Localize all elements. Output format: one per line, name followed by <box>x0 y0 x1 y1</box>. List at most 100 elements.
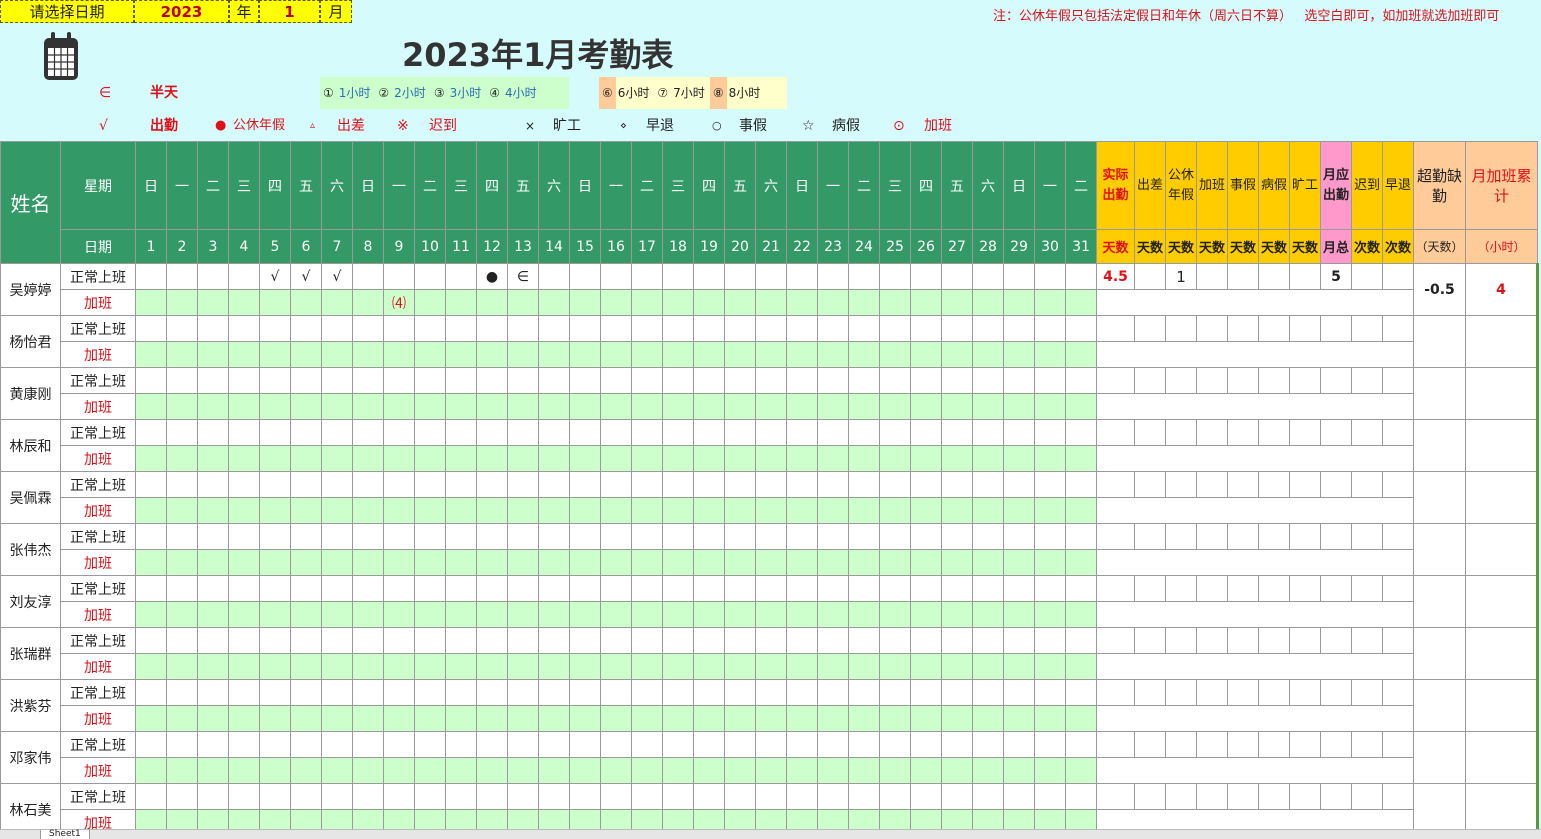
attendance-cell[interactable] <box>631 783 663 810</box>
attendance-cell[interactable] <box>786 575 818 602</box>
attendance-cell[interactable] <box>631 367 663 394</box>
overtime-cell[interactable] <box>414 705 446 732</box>
attendance-cell[interactable] <box>321 523 353 550</box>
overtime-cell[interactable] <box>538 653 570 680</box>
attendance-cell[interactable] <box>1065 419 1097 446</box>
attendance-cell[interactable] <box>228 627 260 654</box>
attendance-cell[interactable] <box>569 367 601 394</box>
attendance-cell[interactable] <box>445 783 477 810</box>
overtime-cell[interactable] <box>693 289 725 316</box>
overtime-cell[interactable] <box>724 601 756 628</box>
overtime-cell[interactable] <box>848 497 880 524</box>
attendance-cell[interactable] <box>755 471 787 498</box>
attendance-cell[interactable] <box>1065 679 1097 706</box>
overtime-cell[interactable] <box>135 653 167 680</box>
attendance-cell[interactable] <box>600 627 632 654</box>
overtime-cell[interactable] <box>817 393 849 420</box>
overtime-cell[interactable] <box>786 497 818 524</box>
attendance-cell[interactable] <box>445 679 477 706</box>
attendance-cell[interactable] <box>383 523 415 550</box>
overtime-cell[interactable] <box>693 601 725 628</box>
overtime-cell[interactable] <box>848 653 880 680</box>
overtime-cell[interactable] <box>693 341 725 368</box>
attendance-cell[interactable] <box>1003 627 1035 654</box>
overtime-cell[interactable] <box>693 705 725 732</box>
attendance-cell[interactable] <box>135 523 167 550</box>
attendance-cell[interactable] <box>941 523 973 550</box>
attendance-cell[interactable] <box>197 523 229 550</box>
overtime-cell[interactable] <box>135 341 167 368</box>
attendance-cell[interactable] <box>166 731 198 758</box>
attendance-cell[interactable] <box>135 471 167 498</box>
attendance-cell[interactable] <box>1034 263 1066 290</box>
attendance-cell[interactable] <box>290 471 322 498</box>
attendance-cell[interactable] <box>662 679 694 706</box>
overtime-cell[interactable] <box>228 601 260 628</box>
overtime-cell[interactable] <box>259 341 291 368</box>
overtime-cell[interactable] <box>259 705 291 732</box>
overtime-cell[interactable] <box>1065 445 1097 472</box>
attendance-cell[interactable] <box>1034 523 1066 550</box>
overtime-cell[interactable] <box>197 549 229 576</box>
attendance-cell[interactable] <box>972 627 1004 654</box>
attendance-cell[interactable] <box>755 315 787 342</box>
attendance-cell[interactable] <box>352 627 384 654</box>
overtime-cell[interactable] <box>848 289 880 316</box>
overtime-cell[interactable] <box>259 289 291 316</box>
attendance-cell[interactable] <box>352 783 384 810</box>
attendance-cell[interactable] <box>879 679 911 706</box>
overtime-cell[interactable] <box>290 445 322 472</box>
overtime-cell[interactable] <box>1003 393 1035 420</box>
attendance-cell[interactable] <box>693 367 725 394</box>
overtime-cell[interactable] <box>600 341 632 368</box>
attendance-cell[interactable] <box>569 783 601 810</box>
overtime-cell[interactable] <box>1034 549 1066 576</box>
attendance-cell[interactable] <box>910 263 942 290</box>
overtime-cell[interactable] <box>290 497 322 524</box>
overtime-cell[interactable] <box>414 341 446 368</box>
attendance-cell[interactable] <box>569 419 601 446</box>
attendance-cell[interactable] <box>941 419 973 446</box>
attendance-cell[interactable] <box>879 575 911 602</box>
overtime-cell[interactable] <box>631 445 663 472</box>
overtime-cell[interactable] <box>786 653 818 680</box>
overtime-cell[interactable] <box>724 653 756 680</box>
overtime-cell[interactable] <box>290 289 322 316</box>
attendance-cell[interactable] <box>414 419 446 446</box>
attendance-cell[interactable] <box>910 783 942 810</box>
overtime-cell[interactable] <box>1065 549 1097 576</box>
overtime-cell[interactable] <box>166 653 198 680</box>
overtime-cell[interactable] <box>1003 341 1035 368</box>
overtime-cell[interactable] <box>1065 705 1097 732</box>
attendance-cell[interactable] <box>1034 731 1066 758</box>
overtime-cell[interactable] <box>910 757 942 784</box>
attendance-cell[interactable] <box>538 627 570 654</box>
attendance-cell[interactable] <box>972 315 1004 342</box>
attendance-cell[interactable] <box>941 315 973 342</box>
attendance-cell[interactable] <box>1034 419 1066 446</box>
attendance-cell[interactable] <box>166 783 198 810</box>
overtime-cell[interactable] <box>786 445 818 472</box>
overtime-cell[interactable] <box>414 289 446 316</box>
overtime-cell[interactable] <box>662 601 694 628</box>
attendance-cell[interactable]: √ <box>321 263 353 290</box>
overtime-cell[interactable] <box>879 445 911 472</box>
overtime-cell[interactable] <box>662 341 694 368</box>
overtime-cell[interactable] <box>166 445 198 472</box>
attendance-cell[interactable] <box>414 627 446 654</box>
overtime-cell[interactable] <box>879 341 911 368</box>
attendance-cell[interactable] <box>507 315 539 342</box>
overtime-cell[interactable] <box>910 341 942 368</box>
attendance-cell[interactable] <box>879 263 911 290</box>
overtime-cell[interactable] <box>569 653 601 680</box>
overtime-cell[interactable] <box>600 497 632 524</box>
overtime-cell[interactable] <box>879 393 911 420</box>
overtime-cell[interactable] <box>1034 341 1066 368</box>
overtime-cell[interactable] <box>755 393 787 420</box>
attendance-cell[interactable] <box>1003 679 1035 706</box>
attendance-cell[interactable] <box>476 627 508 654</box>
overtime-cell[interactable] <box>1034 393 1066 420</box>
overtime-cell[interactable] <box>321 393 353 420</box>
attendance-cell[interactable] <box>972 523 1004 550</box>
overtime-cell[interactable] <box>600 393 632 420</box>
